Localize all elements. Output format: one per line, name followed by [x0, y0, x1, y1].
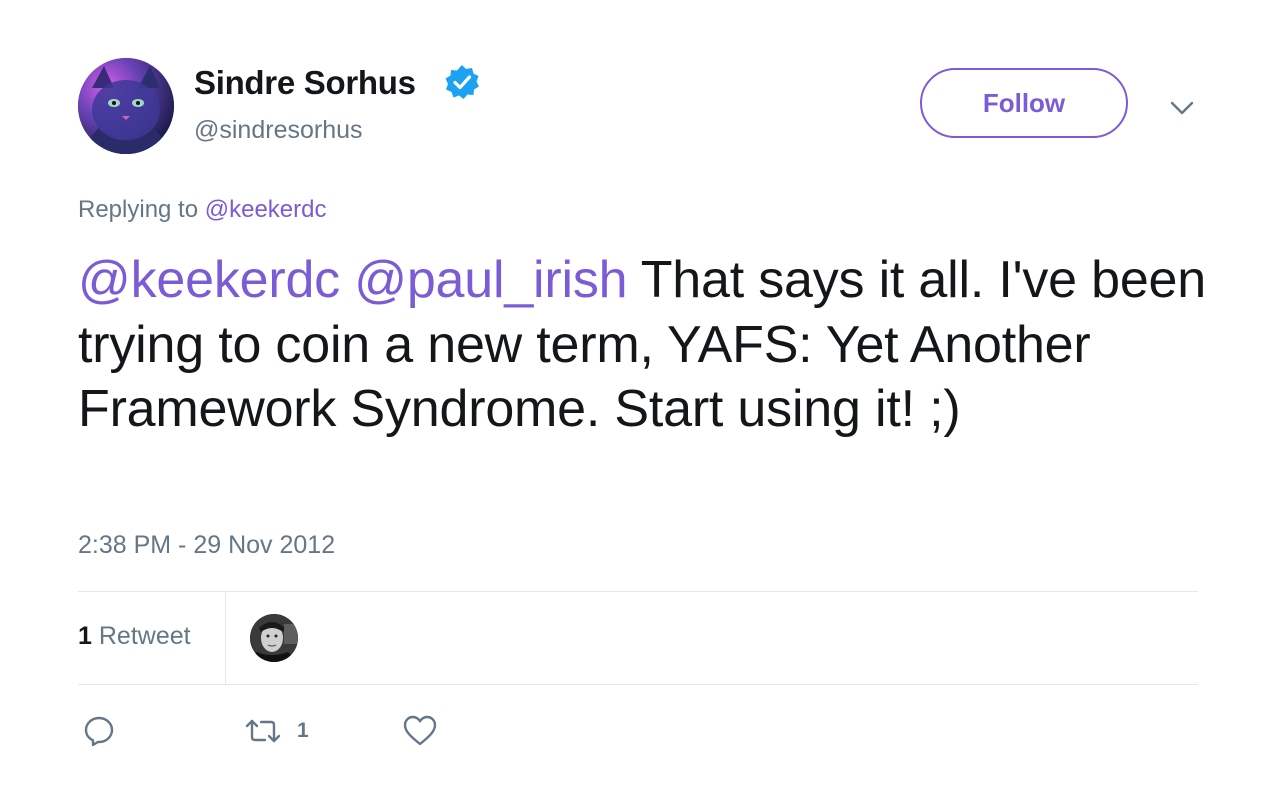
chevron-down-icon[interactable] [1166, 94, 1198, 122]
author-handle[interactable]: @sindresorhus [194, 116, 363, 145]
retweet-stat[interactable]: 1 Retweet [78, 622, 191, 651]
reply-context-prefix: Replying to [78, 196, 199, 223]
retweeter-avatar[interactable] [250, 614, 298, 662]
stats-top-divider [78, 591, 1198, 592]
retweet-button[interactable]: 1 [243, 712, 309, 750]
reply-button[interactable] [82, 712, 116, 750]
follow-button[interactable]: Follow [920, 68, 1128, 138]
retweet-count: 1 [297, 719, 309, 742]
reply-context-mention[interactable]: @keekerdc [205, 196, 327, 223]
mention-link[interactable]: @keekerdc [78, 251, 340, 309]
heart-icon [403, 715, 437, 746]
author-avatar[interactable] [78, 58, 174, 154]
retweet-icon [245, 719, 281, 743]
reply-context: Replying to @keekerdc [78, 196, 327, 224]
retweet-stat-count: 1 [78, 622, 92, 650]
retweet-stat-label: Retweet [98, 622, 191, 650]
verified-badge-icon [444, 64, 480, 100]
mention-link[interactable]: @paul_irish [354, 251, 627, 309]
tweet-text: @keekerdc @paul_irish That says it all. … [78, 248, 1208, 442]
like-button[interactable] [402, 712, 438, 750]
stats-bottom-divider [78, 684, 1198, 685]
stats-vertical-divider [225, 592, 226, 684]
author-display-name[interactable]: Sindre Sorhus [194, 64, 416, 102]
reply-icon [84, 716, 114, 747]
tweet-timestamp[interactable]: 2:38 PM - 29 Nov 2012 [78, 531, 335, 560]
